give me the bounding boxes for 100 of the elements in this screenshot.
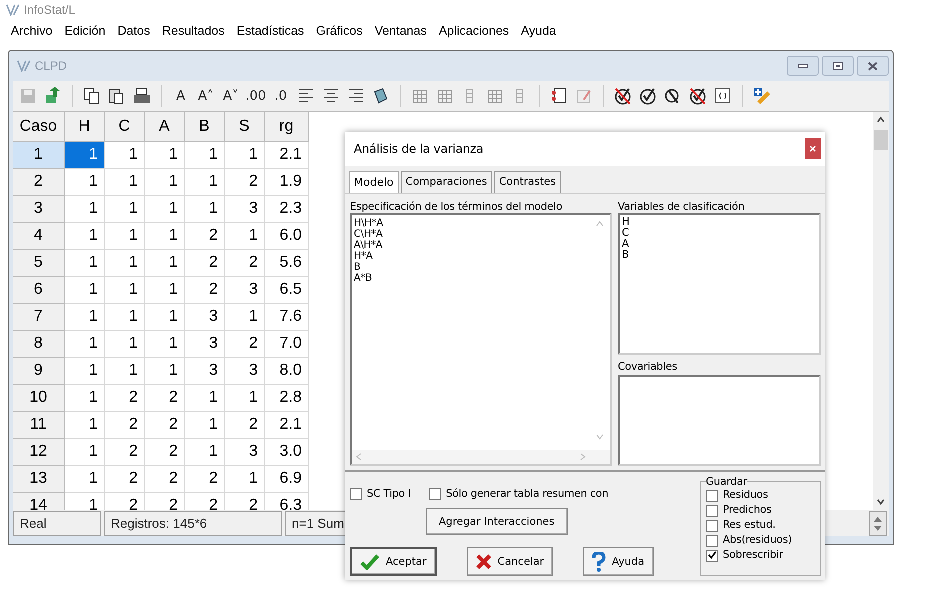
menu-item[interactable]: Gráficos [311, 24, 370, 38]
table-cell[interactable]: 5.6 [265, 250, 309, 277]
row-number[interactable]: 3 [13, 196, 65, 223]
checkbox[interactable] [429, 488, 442, 500]
table-cell[interactable]: 1 [145, 196, 185, 223]
table-cell[interactable]: 1 [105, 331, 145, 358]
table-cell[interactable]: 7.6 [265, 304, 309, 331]
menu-item[interactable]: Estadísticas [232, 24, 312, 38]
option-checkbox[interactable]: SC Tipo I [350, 488, 412, 500]
table-cell[interactable]: 1 [105, 277, 145, 304]
table-cell[interactable]: 2 [225, 331, 265, 358]
menu-item[interactable]: Resultados [157, 24, 232, 38]
plus-pencil-icon[interactable] [751, 85, 773, 107]
format-tool-button[interactable]: A˅ [220, 85, 242, 107]
row-number[interactable]: 10 [13, 385, 65, 412]
save-checkbox[interactable]: Res estud. [706, 518, 820, 533]
table-cell[interactable]: 1.9 [265, 169, 309, 196]
add-interactions-button[interactable]: Agregar Interacciones [426, 508, 568, 535]
format-tool-button[interactable]: A˄ [195, 85, 217, 107]
column-header[interactable]: B [185, 112, 225, 142]
format-tool-button[interactable]: .00 [245, 85, 267, 107]
table-cell[interactable]: 2.3 [265, 196, 309, 223]
table-cell[interactable]: 2 [105, 385, 145, 412]
spin-button[interactable] [869, 511, 887, 536]
column-header[interactable]: C [105, 112, 145, 142]
table-cell[interactable]: 2 [225, 412, 265, 439]
table-cell[interactable]: 6.0 [265, 223, 309, 250]
save-checkbox[interactable]: Sobrescribir [706, 548, 820, 563]
menu-item[interactable]: Ventanas [370, 24, 434, 38]
scroll-down-icon[interactable] [876, 498, 886, 506]
column-header[interactable]: S [225, 112, 265, 142]
table-cell[interactable]: 1 [145, 331, 185, 358]
table-cell[interactable]: 1 [65, 439, 105, 466]
close-button[interactable] [857, 56, 889, 76]
menu-item[interactable]: Edición [60, 24, 113, 38]
menu-item[interactable]: Ayuda [516, 24, 564, 38]
table-cell[interactable]: 1 [185, 439, 225, 466]
table-cell[interactable]: 2 [185, 223, 225, 250]
table-cell[interactable]: 1 [105, 304, 145, 331]
row-number[interactable]: 13 [13, 466, 65, 493]
table-cell[interactable]: 1 [225, 466, 265, 493]
table-cell[interactable]: 8.0 [265, 358, 309, 385]
table-cell[interactable]: 2.1 [265, 412, 309, 439]
checkbox[interactable] [706, 504, 718, 516]
checkbox[interactable] [706, 550, 718, 562]
format-tool-button[interactable]: A [170, 85, 192, 107]
table-cell[interactable]: 1 [65, 223, 105, 250]
table-cell[interactable]: 1 [105, 358, 145, 385]
column-header[interactable]: Caso [13, 112, 65, 142]
scroll-thumb[interactable] [874, 130, 888, 150]
table-cell[interactable]: 1 [65, 142, 105, 169]
table-cell[interactable]: 1 [65, 412, 105, 439]
table-cell[interactable]: 1 [145, 250, 185, 277]
row-number[interactable]: 1 [13, 142, 65, 169]
menu-item[interactable]: Datos [112, 24, 158, 38]
table-cell[interactable]: 1 [145, 358, 185, 385]
vertical-scrollbar[interactable] [873, 112, 889, 510]
ok-button[interactable]: Aceptar [350, 547, 437, 576]
table-cell[interactable]: 1 [65, 169, 105, 196]
row-number[interactable]: 8 [13, 331, 65, 358]
table-cell[interactable]: 1 [185, 142, 225, 169]
table-cell[interactable]: 7.0 [265, 331, 309, 358]
table-cell[interactable]: 1 [65, 331, 105, 358]
table-cell[interactable]: 1 [145, 277, 185, 304]
table-cell[interactable]: 2 [185, 277, 225, 304]
row-number[interactable]: 11 [13, 412, 65, 439]
row-number[interactable]: 9 [13, 358, 65, 385]
table-cell[interactable]: 2 [225, 250, 265, 277]
table-cell[interactable]: 2 [145, 439, 185, 466]
tab[interactable]: Comparaciones [400, 170, 492, 193]
checkbox[interactable] [706, 534, 718, 546]
table-cell[interactable]: 2 [145, 385, 185, 412]
checkbox[interactable] [350, 488, 362, 500]
table-cell[interactable]: 1 [145, 223, 185, 250]
table-cell[interactable]: 1 [185, 412, 225, 439]
table-cell[interactable]: 1 [65, 196, 105, 223]
checkbox[interactable] [706, 520, 718, 532]
list-item[interactable]: H [622, 216, 817, 228]
table-cell[interactable]: 1 [105, 196, 145, 223]
checkbox[interactable] [706, 490, 718, 502]
close-button[interactable] [805, 138, 821, 160]
table-cell[interactable]: 2 [185, 250, 225, 277]
tab[interactable]: Contrastes [494, 170, 562, 193]
table-cell[interactable]: 2 [105, 466, 145, 493]
table-cell[interactable]: 1 [225, 142, 265, 169]
variables-list[interactable]: H C A B [618, 212, 821, 355]
menu-item[interactable]: Aplicaciones [434, 24, 516, 38]
row-number[interactable]: 7 [13, 304, 65, 331]
minimize-button[interactable] [787, 56, 819, 76]
table-cell[interactable]: 1 [185, 196, 225, 223]
table-cell[interactable]: 1 [145, 169, 185, 196]
list-item[interactable]: A [622, 238, 817, 250]
table-cell[interactable]: 1 [145, 304, 185, 331]
table-cell[interactable]: 2 [105, 439, 145, 466]
table-cell[interactable]: 2 [145, 466, 185, 493]
table-cell[interactable]: 3 [225, 439, 265, 466]
table-cell[interactable]: 1 [105, 250, 145, 277]
row-number[interactable]: 4 [13, 223, 65, 250]
table-cell[interactable]: 2.1 [265, 142, 309, 169]
table-cell[interactable]: 1 [65, 277, 105, 304]
